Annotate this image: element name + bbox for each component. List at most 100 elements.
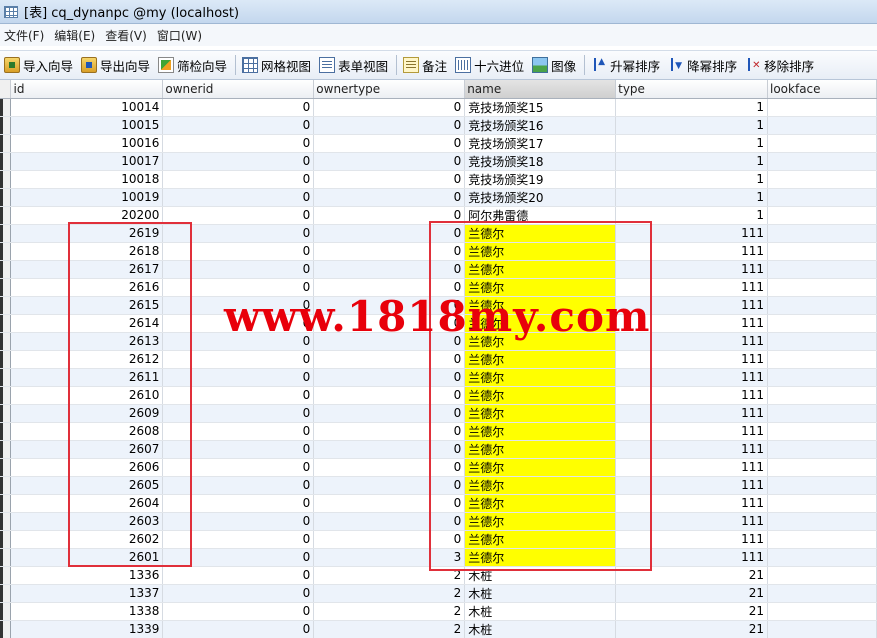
cell-ownertype[interactable]: 0	[313, 314, 466, 333]
cell-type[interactable]: 1	[615, 188, 768, 207]
cell-ownerid[interactable]: 0	[162, 224, 315, 243]
cell-lookface[interactable]	[767, 512, 877, 531]
row-selector[interactable]	[0, 350, 12, 369]
cell-type[interactable]: 1	[615, 134, 768, 153]
row-selector[interactable]	[0, 530, 12, 549]
grid-view-button[interactable]: 网格视图	[242, 56, 311, 75]
row-selector[interactable]	[0, 188, 12, 207]
cell-name[interactable]: 兰德尔	[464, 476, 617, 495]
menu-edit[interactable]: 编辑(E)	[54, 27, 95, 44]
cell-name[interactable]: 木桩	[464, 566, 617, 585]
cell-lookface[interactable]	[767, 368, 877, 387]
cell-ownertype[interactable]: 2	[313, 584, 466, 603]
cell-name[interactable]: 兰德尔	[464, 458, 617, 477]
row-selector[interactable]	[0, 440, 12, 459]
cell-ownerid[interactable]: 0	[162, 188, 315, 207]
table-row[interactable]: 2613 0 0 兰德尔 111	[0, 332, 877, 351]
row-selector[interactable]	[0, 224, 12, 243]
cell-type[interactable]: 111	[615, 296, 768, 315]
cell-id[interactable]: 2603	[10, 512, 164, 531]
cell-lookface[interactable]	[767, 440, 877, 459]
cell-name[interactable]: 木桩	[464, 584, 617, 603]
cell-id[interactable]: 1338	[10, 602, 164, 621]
cell-lookface[interactable]	[767, 620, 877, 638]
remove-sort-button[interactable]: 移除排序	[745, 56, 814, 75]
cell-name[interactable]: 兰德尔	[464, 224, 617, 243]
cell-name[interactable]: 竞技场颁奖20	[464, 188, 617, 207]
cell-name[interactable]: 兰德尔	[464, 350, 617, 369]
column-header-ownertype[interactable]: ownertype	[313, 80, 466, 99]
cell-lookface[interactable]	[767, 548, 877, 567]
table-row[interactable]: 2618 0 0 兰德尔 111	[0, 242, 877, 261]
cell-ownerid[interactable]: 0	[162, 494, 315, 513]
cell-lookface[interactable]	[767, 224, 877, 243]
cell-lookface[interactable]	[767, 476, 877, 495]
cell-type[interactable]: 1	[615, 206, 768, 225]
cell-ownertype[interactable]: 0	[313, 350, 466, 369]
cell-lookface[interactable]	[767, 566, 877, 585]
row-selector[interactable]	[0, 332, 12, 351]
table-row[interactable]: 2611 0 0 兰德尔 111	[0, 368, 877, 387]
cell-lookface[interactable]	[767, 530, 877, 549]
cell-ownertype[interactable]: 0	[313, 422, 466, 441]
table-row[interactable]: 2612 0 0 兰德尔 111	[0, 350, 877, 369]
cell-ownertype[interactable]: 0	[313, 404, 466, 423]
cell-id[interactable]: 2615	[10, 296, 164, 315]
row-selector[interactable]	[0, 476, 12, 495]
data-grid[interactable]: id ownerid ownertype name type lookface …	[0, 80, 877, 638]
table-row[interactable]: 2615 0 0 兰德尔 111	[0, 296, 877, 315]
cell-lookface[interactable]	[767, 332, 877, 351]
cell-type[interactable]: 1	[615, 152, 768, 171]
cell-name[interactable]: 木桩	[464, 602, 617, 621]
cell-type[interactable]: 21	[615, 566, 768, 585]
cell-name[interactable]: 兰德尔	[464, 494, 617, 513]
table-row[interactable]: 2608 0 0 兰德尔 111	[0, 422, 877, 441]
cell-id[interactable]: 10017	[10, 152, 164, 171]
cell-lookface[interactable]	[767, 278, 877, 297]
cell-type[interactable]: 111	[615, 404, 768, 423]
cell-ownerid[interactable]: 0	[162, 242, 315, 261]
table-row[interactable]: 10016 0 0 竞技场颁奖17 1	[0, 134, 877, 153]
cell-name[interactable]: 兰德尔	[464, 314, 617, 333]
cell-id[interactable]: 10019	[10, 188, 164, 207]
cell-name[interactable]: 兰德尔	[464, 278, 617, 297]
import-wizard-button[interactable]: 导入向导	[4, 56, 73, 75]
cell-name[interactable]: 竞技场颁奖19	[464, 170, 617, 189]
cell-id[interactable]: 2604	[10, 494, 164, 513]
table-row[interactable]: 2614 0 0 兰德尔 111	[0, 314, 877, 333]
cell-lookface[interactable]	[767, 98, 877, 117]
export-wizard-button[interactable]: 导出向导	[81, 56, 150, 75]
table-row[interactable]: 2617 0 0 兰德尔 111	[0, 260, 877, 279]
cell-id[interactable]: 2614	[10, 314, 164, 333]
row-selector[interactable]	[0, 494, 12, 513]
table-row[interactable]: 2610 0 0 兰德尔 111	[0, 386, 877, 405]
table-row[interactable]: 10015 0 0 竞技场颁奖16 1	[0, 116, 877, 135]
cell-ownerid[interactable]: 0	[162, 260, 315, 279]
cell-id[interactable]: 2617	[10, 260, 164, 279]
cell-lookface[interactable]	[767, 404, 877, 423]
cell-ownertype[interactable]: 0	[313, 458, 466, 477]
cell-lookface[interactable]	[767, 314, 877, 333]
table-row[interactable]: 2601 0 3 兰德尔 111	[0, 548, 877, 567]
cell-name[interactable]: 兰德尔	[464, 368, 617, 387]
cell-ownertype[interactable]: 0	[313, 476, 466, 495]
cell-ownertype[interactable]: 0	[313, 134, 466, 153]
row-selector[interactable]	[0, 566, 12, 585]
cell-ownerid[interactable]: 0	[162, 296, 315, 315]
cell-type[interactable]: 111	[615, 350, 768, 369]
row-selector[interactable]	[0, 584, 12, 603]
table-row[interactable]: 2619 0 0 兰德尔 111	[0, 224, 877, 243]
table-row[interactable]: 10018 0 0 竞技场颁奖19 1	[0, 170, 877, 189]
cell-ownertype[interactable]: 0	[313, 278, 466, 297]
cell-name[interactable]: 兰德尔	[464, 422, 617, 441]
cell-type[interactable]: 111	[615, 242, 768, 261]
cell-type[interactable]: 111	[615, 530, 768, 549]
cell-id[interactable]: 2618	[10, 242, 164, 261]
row-selector[interactable]	[0, 620, 12, 638]
cell-type[interactable]: 111	[615, 440, 768, 459]
cell-ownerid[interactable]: 0	[162, 620, 315, 638]
row-selector[interactable]	[0, 512, 12, 531]
row-selector[interactable]	[0, 242, 12, 261]
cell-lookface[interactable]	[767, 386, 877, 405]
cell-id[interactable]: 1337	[10, 584, 164, 603]
